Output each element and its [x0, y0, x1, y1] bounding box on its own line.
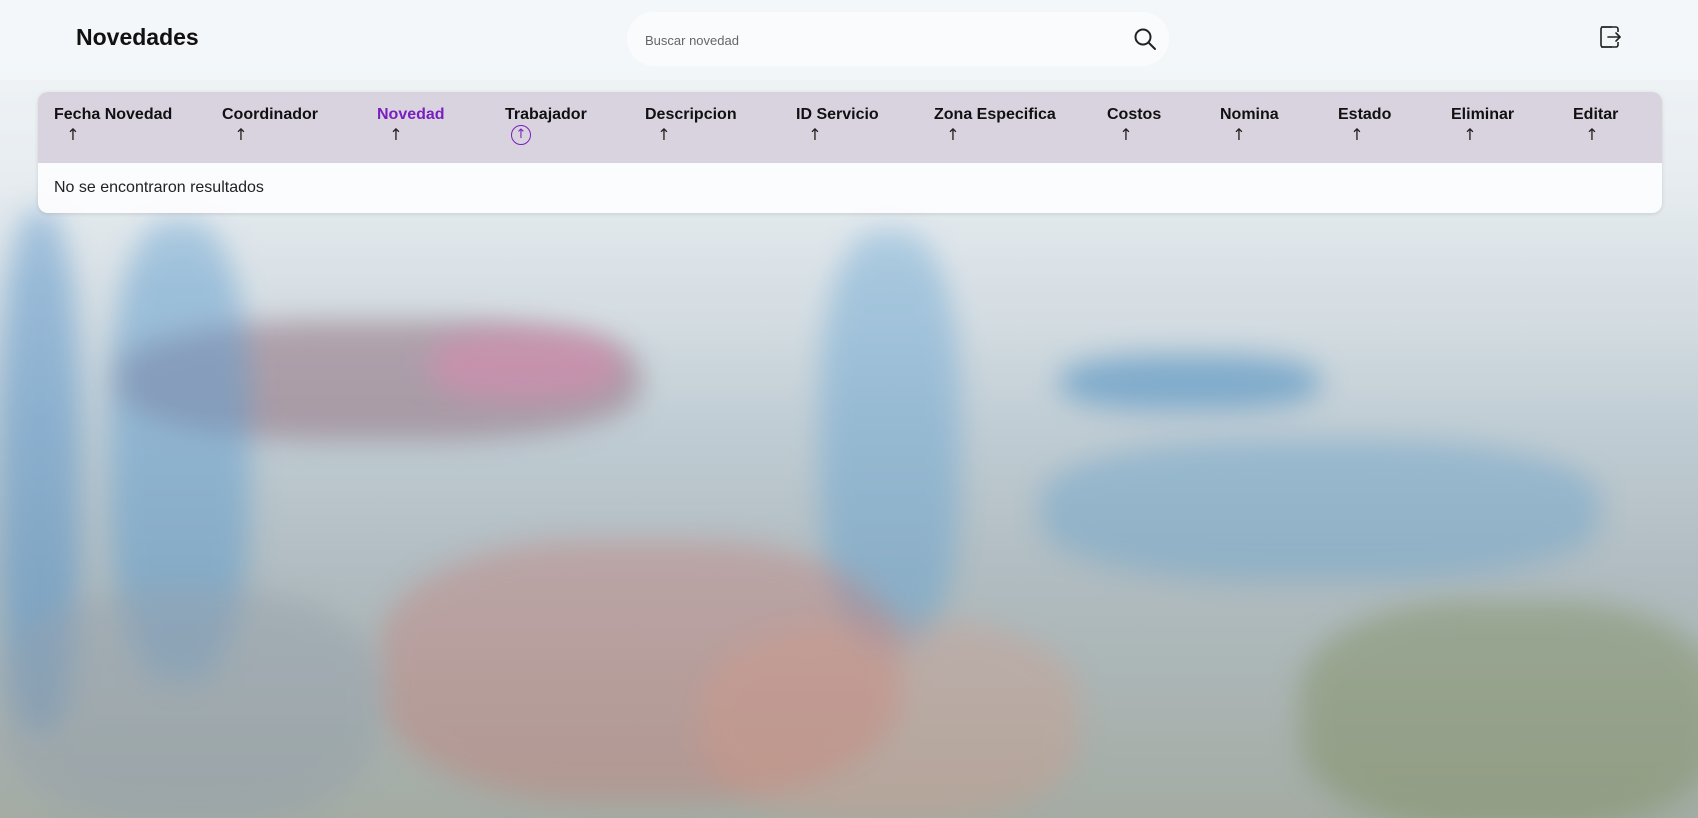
column-header-descripcion[interactable]: Descripcion ↑ [645, 106, 737, 144]
sort-arrow-icon[interactable]: ↑ [1230, 126, 1248, 144]
column-label: Zona Especifica [934, 106, 1056, 123]
column-header-trabajador[interactable]: Trabajador ↑ [505, 106, 587, 145]
column-label: Costos [1107, 106, 1162, 123]
column-label: Fecha Novedad [54, 106, 173, 123]
column-label: Eliminar [1451, 106, 1515, 123]
column-header-eliminar[interactable]: Eliminar ↑ [1451, 106, 1515, 144]
search-icon[interactable] [1133, 27, 1157, 51]
sort-arrow-icon[interactable]: ↑ [64, 126, 82, 144]
column-header-coordinador[interactable]: Coordinador ↑ [222, 106, 318, 144]
column-header-costos[interactable]: Costos ↑ [1107, 106, 1162, 144]
column-label: Coordinador [222, 106, 318, 123]
empty-results-message: No se encontraron resultados [54, 179, 264, 196]
sort-arrow-icon[interactable]: ↑ [387, 126, 405, 144]
sort-arrow-icon[interactable]: ↑ [1117, 126, 1135, 144]
column-header-estado[interactable]: Estado ↑ [1338, 106, 1392, 144]
column-header-novedad[interactable]: Novedad ↑ [377, 106, 445, 144]
table-header: Fecha Novedad ↑ Coordinador ↑ Novedad ↑ … [38, 92, 1662, 163]
column-header-id-servicio[interactable]: ID Servicio ↑ [796, 106, 879, 144]
sort-arrow-icon[interactable]: ↑ [232, 126, 250, 144]
search-box[interactable] [627, 12, 1169, 66]
search-input[interactable] [643, 24, 1117, 56]
table-body: No se encontraron resultados [38, 163, 1662, 213]
column-label: Trabajador [505, 106, 587, 123]
column-header-editar[interactable]: Editar ↑ [1573, 106, 1619, 144]
sort-arrow-icon[interactable]: ↑ [655, 126, 673, 144]
column-label: Novedad [377, 106, 445, 123]
column-label: Nomina [1220, 106, 1279, 123]
page-title: Novedades [76, 24, 199, 50]
column-label: Estado [1338, 106, 1392, 123]
top-bar: Novedades [0, 0, 1698, 80]
column-label: Descripcion [645, 106, 737, 123]
sort-arrow-icon[interactable]: ↑ [1461, 126, 1479, 144]
column-header-fecha-novedad[interactable]: Fecha Novedad ↑ [54, 106, 173, 144]
logout-icon[interactable] [1597, 24, 1623, 50]
sort-arrow-icon[interactable]: ↑ [1583, 126, 1601, 144]
column-header-zona-especifica[interactable]: Zona Especifica ↑ [934, 106, 1056, 144]
column-label: ID Servicio [796, 106, 879, 123]
column-header-nomina[interactable]: Nomina ↑ [1220, 106, 1279, 144]
novedades-table: Fecha Novedad ↑ Coordinador ↑ Novedad ↑ … [38, 92, 1662, 213]
sort-arrow-icon[interactable]: ↑ [1348, 126, 1366, 144]
sort-arrow-icon[interactable]: ↑ [944, 126, 962, 144]
column-label: Editar [1573, 106, 1619, 123]
sort-arrow-icon[interactable]: ↑ [806, 126, 824, 144]
sort-arrow-icon[interactable]: ↑ [511, 125, 531, 145]
